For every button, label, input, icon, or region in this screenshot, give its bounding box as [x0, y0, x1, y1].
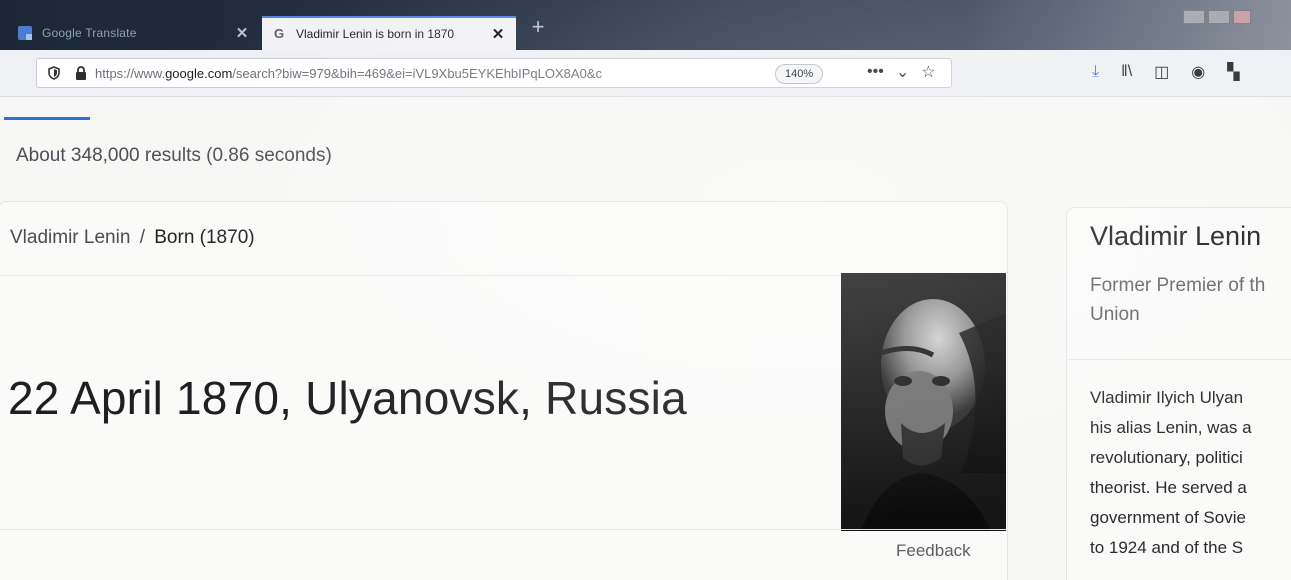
maximize-button[interactable] [1208, 10, 1230, 24]
search-results-page: About 348,000 results (0.86 seconds) Vla… [0, 97, 1291, 580]
subtitle-line: Former Premier of th [1090, 275, 1266, 296]
zoom-level-badge[interactable]: 140% [775, 64, 824, 84]
knowledge-panel-title: Vladimir Lenin [1090, 221, 1262, 251]
library-icon[interactable]: ‖\ [1121, 63, 1132, 81]
knowledge-panel-divider [1068, 359, 1291, 360]
tab-lenin-search[interactable]: G Vladimir Lenin is born in 1870 ✕ [262, 16, 516, 50]
card-footer-divider [0, 529, 1006, 530]
toolbar-icons: ⤓ ‖\ ◫ ◉ ▚ [1092, 62, 1240, 82]
browser-window: Google Translate ✕ G Vladimir Lenin is b… [0, 0, 1291, 580]
download-icon[interactable]: ⤓ [1092, 63, 1099, 81]
knowledge-panel-description: Vladimir Ilyich Ulyan his alias Lenin, w… [1090, 383, 1291, 563]
breadcrumb-separator: / [139, 227, 145, 248]
lock-icon[interactable] [75, 66, 87, 80]
bookmark-star-icon[interactable]: ☆ [921, 62, 935, 82]
window-controls [1183, 10, 1251, 24]
tab-google-translate[interactable]: Google Translate ✕ [8, 16, 260, 50]
breadcrumb-entity-link[interactable]: Vladimir Lenin [10, 227, 130, 248]
minimize-button[interactable] [1183, 10, 1205, 24]
close-window-button[interactable] [1233, 10, 1251, 24]
active-tab-indicator [4, 117, 90, 120]
knowledge-panel-subtitle: Former Premier of th Union [1090, 271, 1291, 329]
url-text[interactable]: https://www.google.com/search?biw=979&bi… [95, 66, 715, 81]
sidebar-icon[interactable]: ◫ [1154, 62, 1169, 82]
tracking-shield-icon[interactable] [47, 66, 61, 80]
description-line: to 1924 and of the S [1090, 538, 1244, 557]
description-line: theorist. He served a [1090, 478, 1247, 497]
description-line: his alias Lenin, was a [1090, 418, 1252, 437]
close-tab-icon[interactable]: ✕ [234, 24, 250, 42]
answer-breadcrumb: Vladimir Lenin / Born (1870) [10, 227, 255, 249]
extensions-icon[interactable]: ▚ [1227, 62, 1239, 82]
lenin-portrait-image[interactable] [841, 273, 1006, 531]
tab-title: Google Translate [42, 26, 137, 40]
subtitle-line: Union [1090, 304, 1140, 325]
google-favicon-icon: G [273, 26, 285, 41]
address-bar[interactable]: https://www.google.com/search?biw=979&bi… [36, 58, 952, 88]
description-line: revolutionary, politici [1090, 448, 1243, 467]
feedback-link[interactable]: Feedback [896, 541, 971, 561]
more-icon[interactable]: ••• [867, 63, 884, 81]
tab-title: Vladimir Lenin is born in 1870 [296, 27, 455, 41]
breadcrumb-attribute: Born (1870) [154, 227, 255, 248]
results-stats: About 348,000 results (0.86 seconds) [16, 145, 332, 166]
account-icon[interactable]: ◉ [1191, 62, 1205, 82]
description-line: government of Sovie [1090, 508, 1246, 527]
google-translate-favicon-icon [18, 26, 32, 40]
answer-value: 22 April 1870, Ulyanovsk, Russia [8, 372, 687, 424]
portrait-graphic [841, 273, 1006, 531]
tab-strip: Google Translate ✕ G Vladimir Lenin is b… [0, 0, 1291, 50]
new-tab-button[interactable]: + [527, 14, 549, 40]
description-line: Vladimir Ilyich Ulyan [1090, 388, 1244, 407]
url-actions: ••• ⌄ ☆ [867, 62, 936, 82]
navigation-bar: https://www.google.com/search?biw=979&bi… [0, 50, 1291, 97]
close-tab-icon[interactable]: ✕ [490, 25, 506, 43]
pocket-icon[interactable]: ⌄ [896, 62, 909, 82]
